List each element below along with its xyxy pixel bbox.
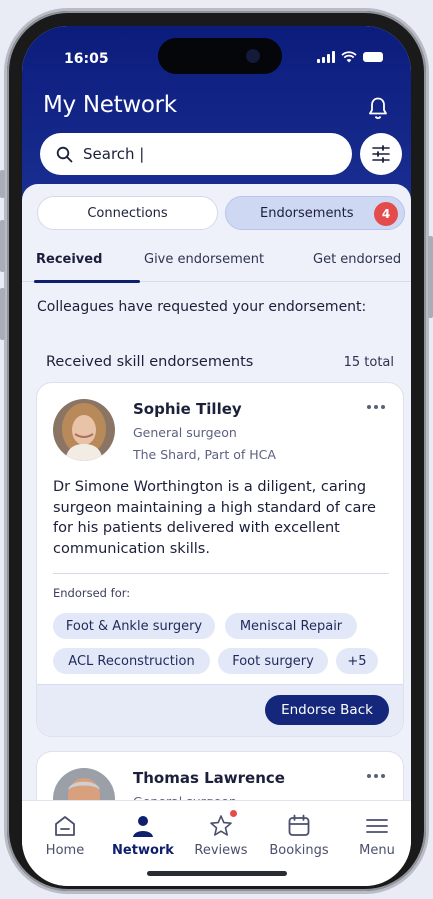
nav-home[interactable]: Home	[30, 813, 100, 858]
segment-endorsements[interactable]: Endorsements 4	[225, 196, 405, 230]
nav-menu[interactable]: Menu	[342, 813, 411, 858]
person-workplace: The Shard, Part of HCA	[133, 447, 276, 462]
nav-home-label: Home	[45, 843, 85, 858]
endorsements-count-badge: 4	[374, 202, 398, 226]
skill-chip[interactable]: Foot surgery	[218, 648, 328, 674]
person-name[interactable]: Thomas Lawrence	[133, 769, 285, 787]
phone-side-button	[0, 288, 5, 340]
tab-get-endorsed[interactable]: Get endorsed	[313, 252, 401, 267]
tab-received[interactable]: Received	[36, 252, 102, 267]
person-icon	[133, 816, 153, 837]
person-name[interactable]: Sophie Tilley	[133, 400, 242, 418]
dynamic-island	[158, 38, 282, 74]
tab-bar: Received Give endorsement Get endorsed	[22, 242, 411, 283]
nav-reviews-label: Reviews	[194, 843, 248, 858]
endorsed-for-label: Endorsed for:	[53, 586, 131, 600]
home-indicator[interactable]	[147, 871, 287, 876]
divider	[53, 573, 389, 574]
status-icons	[317, 51, 383, 63]
battery-icon	[363, 52, 383, 62]
bell-icon[interactable]	[367, 96, 389, 120]
section-note: Colleagues have requested your endorseme…	[37, 299, 367, 315]
active-tab-indicator	[34, 280, 140, 283]
filter-button[interactable]	[360, 133, 402, 175]
wifi-icon	[341, 51, 357, 63]
bottom-navigation: Home Network Reviews Bookings Menu	[22, 800, 411, 886]
status-time: 16:05	[64, 51, 109, 67]
search-input[interactable]: Search |	[40, 133, 352, 175]
search-icon	[56, 146, 73, 162]
endorsements-content: Connections Endorsements 4 Received Give…	[22, 184, 411, 884]
app-header: 16:05 My Network Search |	[22, 26, 411, 206]
nav-bookings-label: Bookings	[269, 843, 329, 858]
endorsement-card: Sophie Tilley General surgeon The Shard,…	[36, 382, 404, 737]
segment-connections[interactable]: Connections	[37, 196, 218, 230]
menu-icon	[366, 819, 388, 833]
skill-chip[interactable]: ACL Reconstruction	[53, 648, 210, 674]
nav-network[interactable]: Network	[108, 813, 178, 858]
endorse-back-button[interactable]: Endorse Back	[265, 695, 389, 725]
tab-give-endorsement[interactable]: Give endorsement	[144, 252, 264, 267]
calendar-icon	[288, 814, 310, 836]
phone-power-button	[428, 236, 433, 318]
sliders-icon	[372, 145, 390, 163]
segment-endorsements-label: Endorsements	[260, 205, 354, 221]
signal-icon	[317, 51, 335, 63]
avatar[interactable]	[53, 399, 115, 461]
more-options-icon[interactable]	[367, 405, 389, 413]
skill-chip[interactable]: Meniscal Repair	[225, 613, 357, 639]
endorsement-text: Dr Simone Worthington is a diligent, car…	[53, 479, 376, 557]
person-role: General surgeon	[133, 425, 237, 440]
skill-chip[interactable]: Foot & Ankle surgery	[53, 613, 215, 639]
search-text: Search |	[83, 145, 145, 163]
camera-icon	[246, 49, 260, 63]
more-skills-chip[interactable]: +5	[336, 648, 378, 674]
more-options-icon[interactable]	[367, 774, 389, 782]
nav-menu-label: Menu	[359, 843, 395, 858]
nav-reviews[interactable]: Reviews	[186, 810, 256, 858]
nav-network-label: Network	[112, 843, 174, 858]
phone-side-button	[0, 170, 5, 198]
card-footer: Endorse Back	[37, 684, 403, 736]
home-icon	[55, 816, 75, 836]
nav-bookings[interactable]: Bookings	[264, 813, 334, 858]
notification-dot	[230, 810, 237, 817]
list-count: 15 total	[343, 355, 394, 370]
star-icon	[208, 810, 237, 839]
phone-side-button	[0, 220, 5, 272]
list-title: Received skill endorsements	[46, 354, 254, 370]
page-title: My Network	[43, 92, 177, 118]
app-screen: 16:05 My Network Search | Connections En…	[22, 26, 411, 886]
